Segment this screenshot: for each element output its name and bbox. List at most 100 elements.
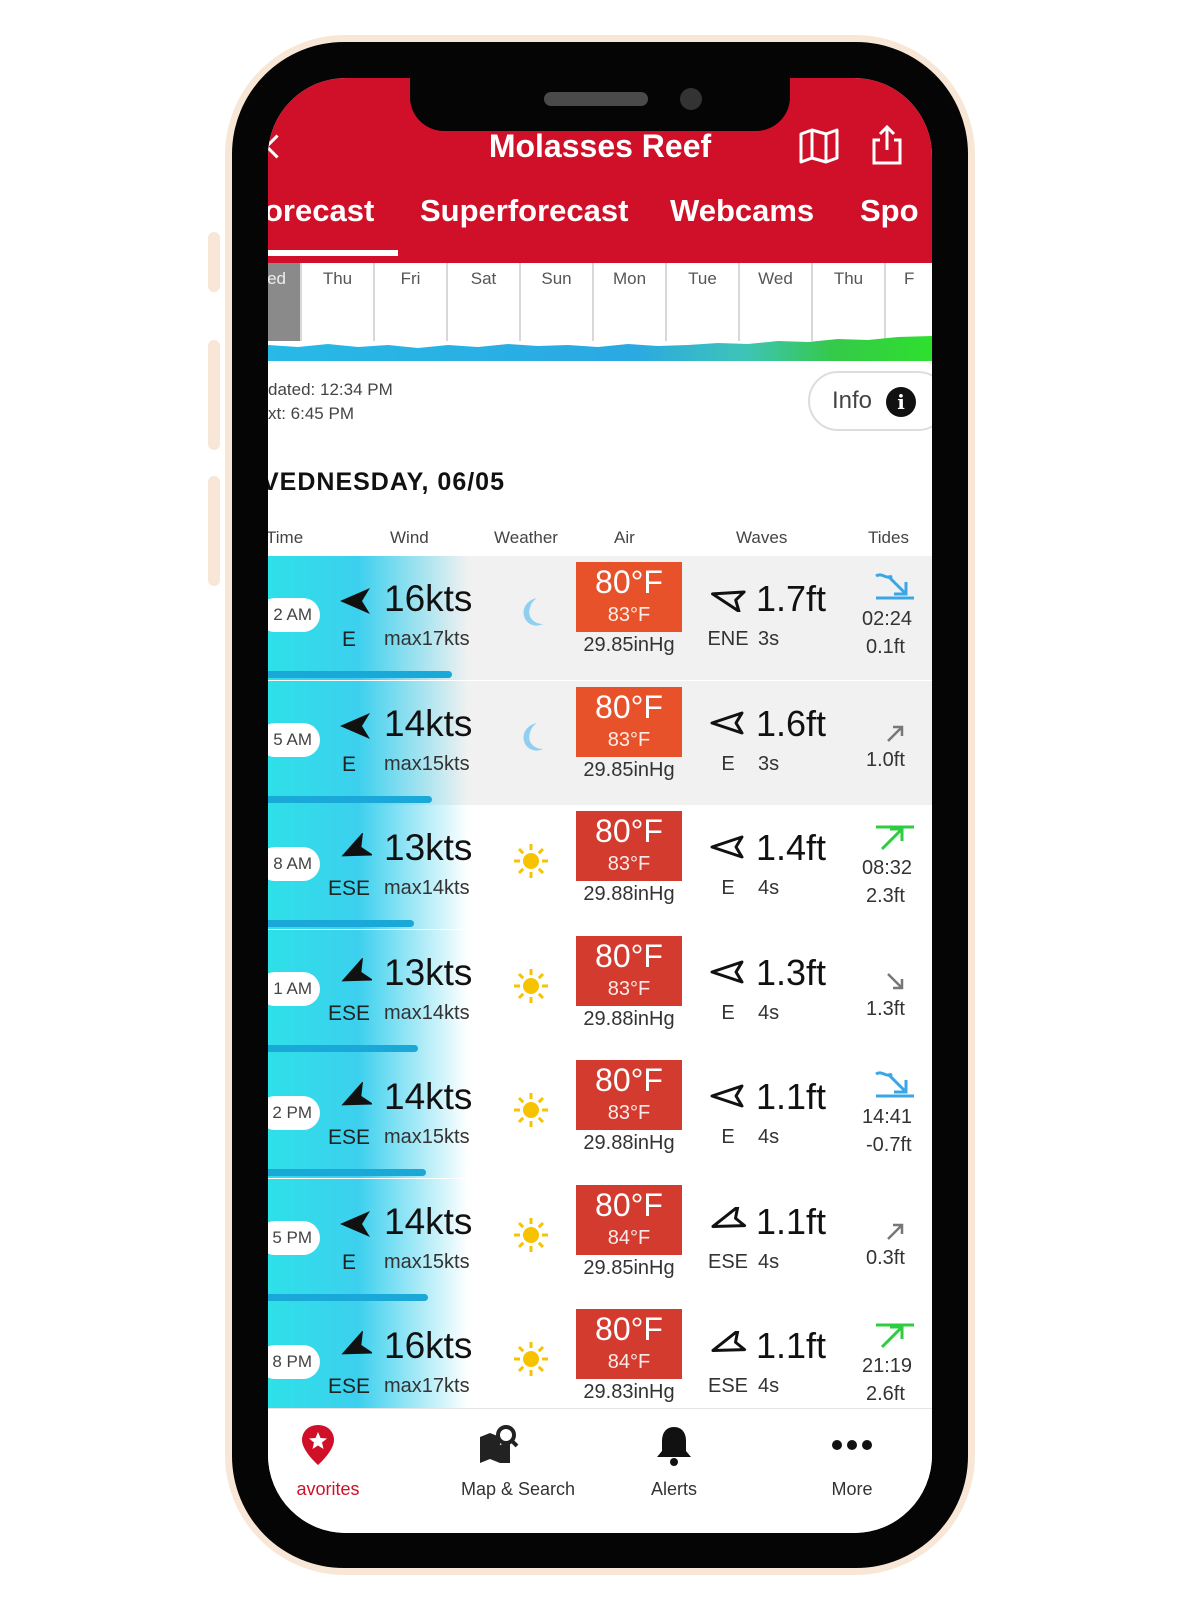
time-label: 8 AM — [268, 847, 320, 881]
feels-like-temperature: 83°F — [607, 604, 651, 626]
wind-direction: E — [341, 628, 356, 651]
wave-direction: ESE — [707, 1375, 749, 1397]
col-air: Air — [614, 528, 635, 547]
wave-direction: ENE — [707, 628, 749, 650]
moon-icon — [523, 598, 543, 626]
air-temperature-box: 80°F 83°F — [576, 686, 682, 757]
tide-rising-icon — [887, 725, 904, 742]
tide-height: 0.3ft — [866, 1246, 905, 1269]
feels-like-temperature: 84°F — [607, 1351, 651, 1373]
air-temperature-box: 80°F 84°F — [576, 1184, 682, 1255]
info-button[interactable]: Info i — [808, 371, 932, 431]
air-pressure: 29.88inHg — [583, 1007, 675, 1030]
favorites-pin-icon — [302, 1425, 334, 1465]
day-cell[interactable]: Sun — [519, 263, 592, 341]
wind-direction: ESE — [327, 1375, 371, 1398]
phone-side-button — [208, 476, 220, 586]
time-label: 2 AM — [268, 598, 320, 632]
info-label: Info — [832, 387, 873, 414]
time-label: 5 PM — [268, 1220, 320, 1255]
air-temperature-box: 80°F 83°F — [576, 562, 682, 632]
phone-screen: Molasses Reef orecast Superforecast Webc… — [268, 78, 932, 1533]
tab-more[interactable]: More — [766, 1409, 932, 1533]
wave-direction-arrow-icon — [710, 835, 744, 859]
wind-direction: E — [341, 752, 356, 776]
forecast-row[interactable]: 1 AM ESE 13kts max14kts 80°F 83°F 29.88inHg 1.3… — [268, 929, 932, 1054]
wind-gust: max15kts — [384, 1126, 470, 1148]
sun-icon — [514, 968, 548, 1003]
wave-height: 1.3ft — [756, 951, 827, 993]
wave-period: 4s — [758, 1001, 780, 1024]
wind-direction-arrow-icon — [340, 1210, 370, 1237]
air-pressure: 29.83inHg — [583, 1381, 675, 1403]
air-temperature-box: 80°F 84°F — [576, 1309, 682, 1379]
tab-favorites[interactable]: avorites — [268, 1409, 434, 1533]
tide-time: 08:32 — [862, 857, 913, 879]
map-icon[interactable] — [798, 128, 840, 164]
time-label: 8 PM — [268, 1345, 320, 1379]
air-temperature: 80°F — [595, 1062, 663, 1098]
tab-spot[interactable]: Spo — [860, 193, 919, 229]
col-wind: Wind — [390, 528, 429, 547]
col-waves: Waves — [736, 528, 788, 547]
day-cell[interactable]: Wed — [738, 263, 811, 341]
forecast-row[interactable]: 5 PM E 14kts max15kts 80°F 84°F 29.85inHg 1.1ft… — [268, 1178, 932, 1303]
wind-gust: max14kts — [384, 877, 470, 899]
forecast-row[interactable]: 8 AM ESE 13kts max14kts 80°F 83°F 29.88inHg 1.4… — [268, 805, 932, 929]
moon-icon — [523, 722, 543, 751]
forecast-row[interactable]: 2 AM E 16kts max17kts 80°F 83°F 29.85inHg 1.7ft… — [268, 556, 932, 680]
bell-icon — [657, 1427, 691, 1466]
forecast-row[interactable]: 2 PM ESE 14kts max15kts 80°F 83°F 29.88inHg 1.1… — [268, 1054, 932, 1178]
tide-height: 0.1ft — [866, 636, 905, 658]
sun-icon — [514, 1093, 548, 1127]
tab-alerts[interactable]: Alerts — [600, 1409, 766, 1533]
wave-direction-arrow-icon — [711, 1206, 747, 1228]
tab-superforecast[interactable]: Superforecast — [420, 193, 628, 229]
tab-map-search[interactable]: Map & Search — [434, 1409, 600, 1533]
day-cell[interactable]: F — [884, 263, 932, 341]
day-cell[interactable]: ed — [268, 263, 300, 341]
wind-direction-arrow-icon — [340, 588, 370, 614]
share-icon[interactable] — [870, 124, 904, 166]
day-cell[interactable]: Mon — [592, 263, 665, 341]
air-temperature-box: 80°F 83°F — [576, 935, 682, 1006]
tab-forecast[interactable]: orecast — [268, 193, 374, 229]
time-label: 5 AM — [268, 722, 320, 757]
day-cell[interactable]: Fri — [373, 263, 446, 341]
wave-direction: E — [721, 752, 735, 775]
day-cell[interactable]: Tue — [665, 263, 738, 341]
tide-height: 1.0ft — [866, 748, 905, 771]
wave-direction: E — [721, 877, 735, 899]
wave-period: 4s — [758, 877, 780, 899]
update-times: dated: 12:34 PM xt: 6:45 PM — [268, 378, 393, 426]
wave-direction: E — [721, 1001, 735, 1024]
air-temperature: 80°F — [595, 813, 663, 849]
wind-direction-arrow-icon — [341, 1082, 372, 1106]
day-cell[interactable]: Thu — [811, 263, 884, 341]
forecast-day-heading: VEDNESDAY, 06/05 — [268, 468, 505, 496]
wave-height: 1.6ft — [756, 702, 827, 744]
day-strip: ed Thu Fri Sat Sun Mon Tue Wed Thu F — [268, 263, 932, 341]
wave-period: 4s — [758, 1375, 780, 1397]
wind-direction-arrow-icon — [341, 833, 372, 857]
wave-period: 3s — [758, 628, 780, 650]
bottom-tab-bar: avorites Map & Search Alerts More — [268, 1408, 932, 1533]
tab-webcams[interactable]: Webcams — [670, 193, 814, 229]
wave-direction-arrow-icon — [710, 711, 744, 734]
wave-direction-arrow-icon — [710, 1084, 744, 1108]
wind-timeline[interactable] — [268, 333, 932, 361]
day-cell[interactable]: Thu — [300, 263, 373, 341]
wave-direction-arrow-icon — [710, 960, 744, 983]
tide-height: 2.6ft — [866, 1383, 905, 1405]
time-label: 1 AM — [268, 971, 320, 1006]
wind-gust: max17kts — [384, 628, 470, 650]
phone-side-button — [208, 340, 220, 450]
wave-period: 4s — [758, 1126, 780, 1148]
speaker — [544, 92, 648, 106]
day-cell[interactable]: Sat — [446, 263, 519, 341]
wind-strength-bar — [268, 1169, 426, 1176]
tab-label: avorites — [296, 1479, 360, 1499]
forecast-row[interactable]: 5 AM E 14kts max15kts 80°F 83°F 29.85inHg 1.6ft… — [268, 680, 932, 805]
air-temperature: 80°F — [595, 1186, 663, 1223]
wind-gust: max15kts — [384, 1250, 470, 1273]
